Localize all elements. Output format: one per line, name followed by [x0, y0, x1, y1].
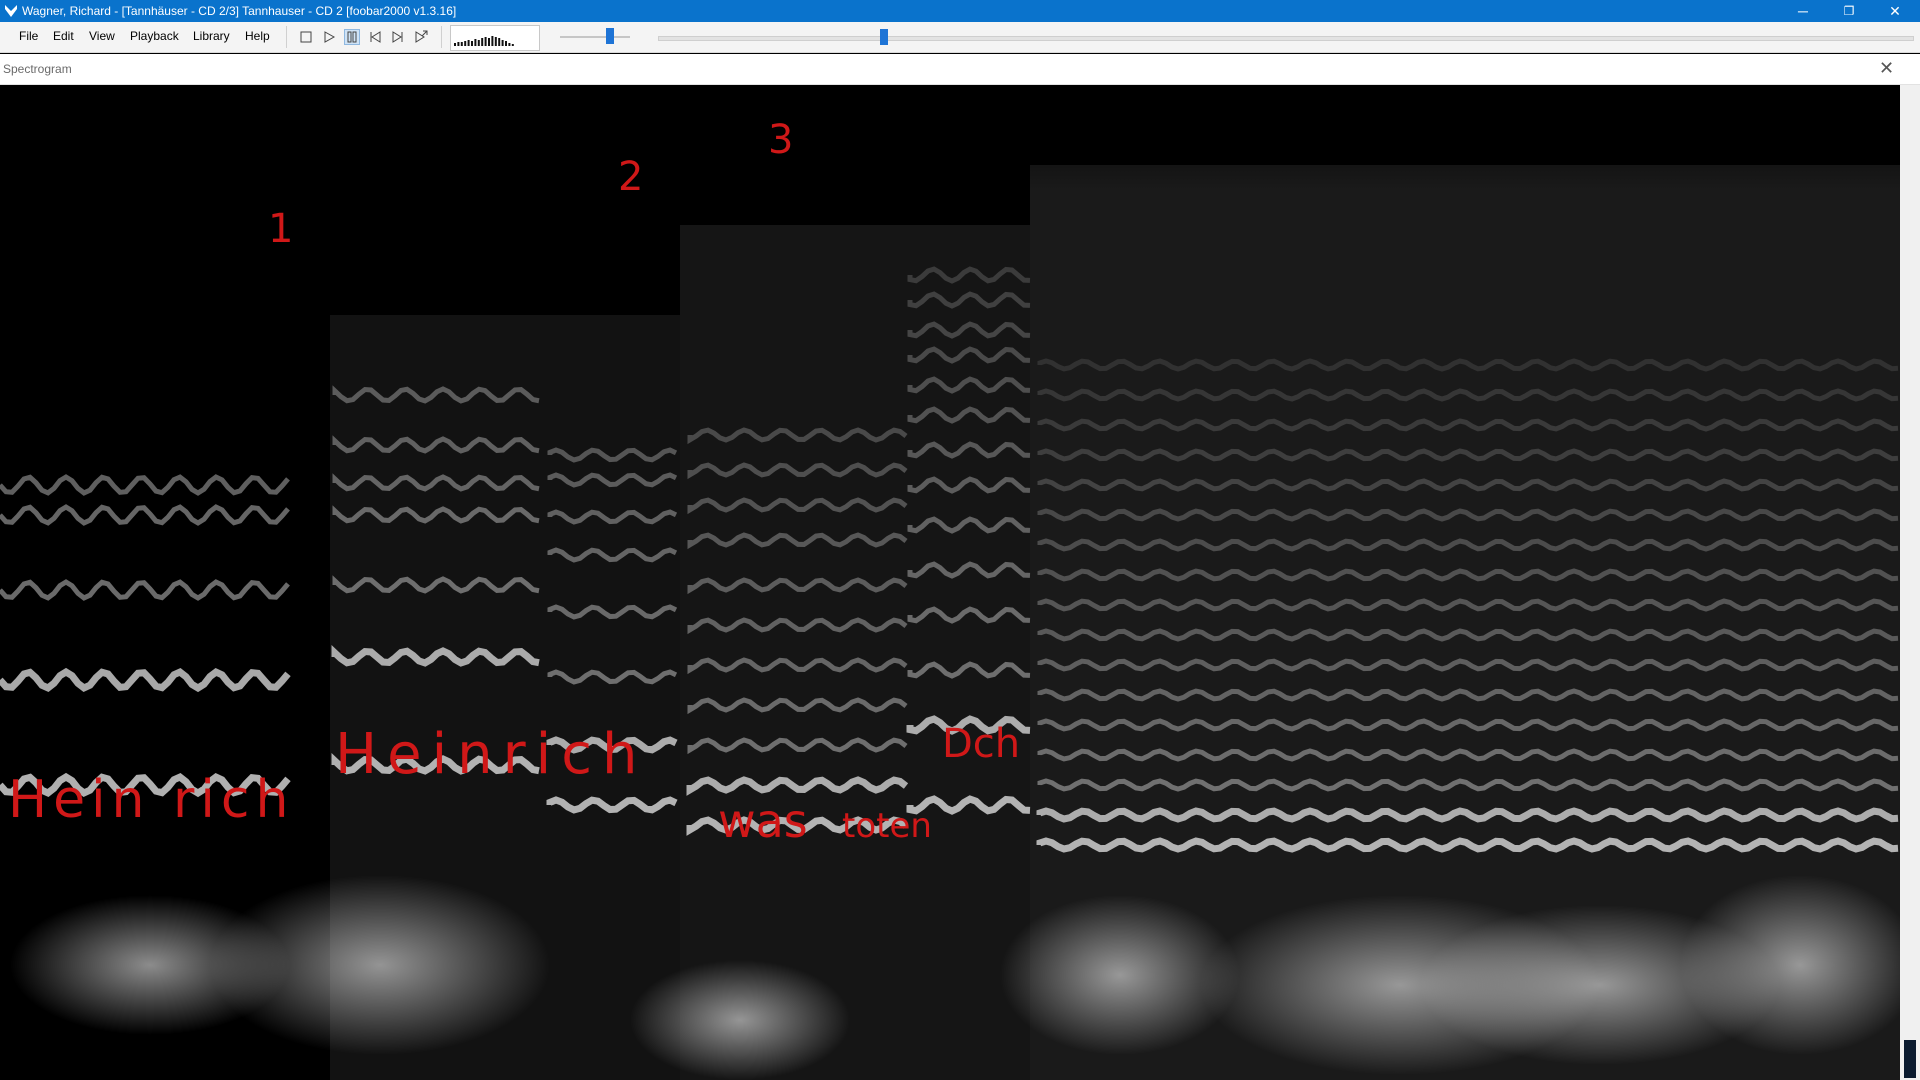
- vu-bar: [467, 40, 470, 46]
- seek-bar[interactable]: [658, 36, 1914, 41]
- vu-bar: [491, 36, 494, 46]
- title-bar: Wagner, Richard - [Tannhäuser - CD 2/3] …: [0, 0, 1920, 22]
- menu-edit[interactable]: Edit: [53, 29, 74, 43]
- next-icon: [392, 31, 403, 43]
- menu-file[interactable]: File: [19, 29, 38, 43]
- vu-bar: [460, 42, 463, 46]
- play-button[interactable]: [321, 29, 337, 45]
- menu-library[interactable]: Library: [193, 29, 230, 43]
- close-icon[interactable]: ✕: [1879, 58, 1894, 79]
- stop-button[interactable]: [298, 29, 314, 45]
- volume-slider-thumb[interactable]: [606, 28, 615, 44]
- random-icon: [415, 30, 428, 43]
- annotation-marker-3: 3: [768, 117, 793, 163]
- spectrogram-panel-header: Spectrogram ✕: [0, 54, 1920, 85]
- window-title: Wagner, Richard - [Tannhäuser - CD 2/3] …: [22, 4, 457, 18]
- seek-thumb[interactable]: [879, 29, 888, 45]
- panel-title: Spectrogram: [3, 62, 72, 76]
- vu-bar: [508, 43, 511, 46]
- previous-icon: [370, 31, 381, 43]
- vu-bar: [501, 40, 504, 46]
- restore-button[interactable]: ❐: [1826, 0, 1872, 22]
- vu-bar: [454, 43, 456, 46]
- vu-bar: [511, 44, 514, 46]
- vu-bar: [484, 37, 487, 46]
- volume-slider-track[interactable]: [560, 36, 630, 38]
- vu-bar: [471, 41, 473, 46]
- vu-bar: [488, 38, 490, 46]
- scrollbar-thumb[interactable]: [1904, 1040, 1916, 1078]
- next-button[interactable]: [390, 29, 406, 45]
- annotation-word-was: was: [718, 794, 808, 848]
- vu-bar: [481, 38, 484, 46]
- vu-bar: [474, 39, 477, 46]
- annotation-word-dch: Dch: [942, 721, 1020, 767]
- toolbar-separator: [441, 26, 442, 48]
- annotation-marker-1: 1: [268, 206, 293, 252]
- vu-bar: [494, 37, 497, 46]
- vu-bar: [498, 38, 501, 46]
- pause-icon: [347, 31, 357, 43]
- annotation-word-heinrich-2: Heinrich: [335, 722, 647, 787]
- pause-button[interactable]: [344, 29, 360, 45]
- vu-bar: [457, 42, 460, 46]
- spectral-energy-blob: [10, 895, 290, 1035]
- spectrogram-view: 1 2 3 Hein rich Heinrich was toten Dch: [0, 85, 1900, 1080]
- play-icon: [324, 31, 336, 43]
- stop-icon: [300, 31, 312, 43]
- minimize-button[interactable]: ─: [1780, 0, 1826, 22]
- toolbar-separator: [286, 26, 287, 48]
- annotation-marker-2: 2: [618, 154, 643, 200]
- vertical-scrollbar[interactable]: [1900, 85, 1920, 1080]
- annotation-word-heinrich-1: Hein rich: [8, 770, 294, 830]
- previous-button[interactable]: [367, 29, 383, 45]
- foobar-app-icon: [5, 5, 17, 17]
- annotation-word-toten: toten: [842, 806, 932, 846]
- spectral-energy-blob: [630, 960, 850, 1080]
- mini-spectrum-visualisation: [450, 25, 540, 51]
- close-window-button[interactable]: ✕: [1872, 0, 1918, 22]
- vu-bar: [464, 41, 467, 46]
- menu-playback[interactable]: Playback: [130, 29, 179, 43]
- menu-help[interactable]: Help: [245, 29, 270, 43]
- menu-view[interactable]: View: [89, 29, 115, 43]
- vu-bar: [477, 40, 480, 46]
- vu-bar: [505, 41, 507, 46]
- random-button[interactable]: [413, 29, 429, 45]
